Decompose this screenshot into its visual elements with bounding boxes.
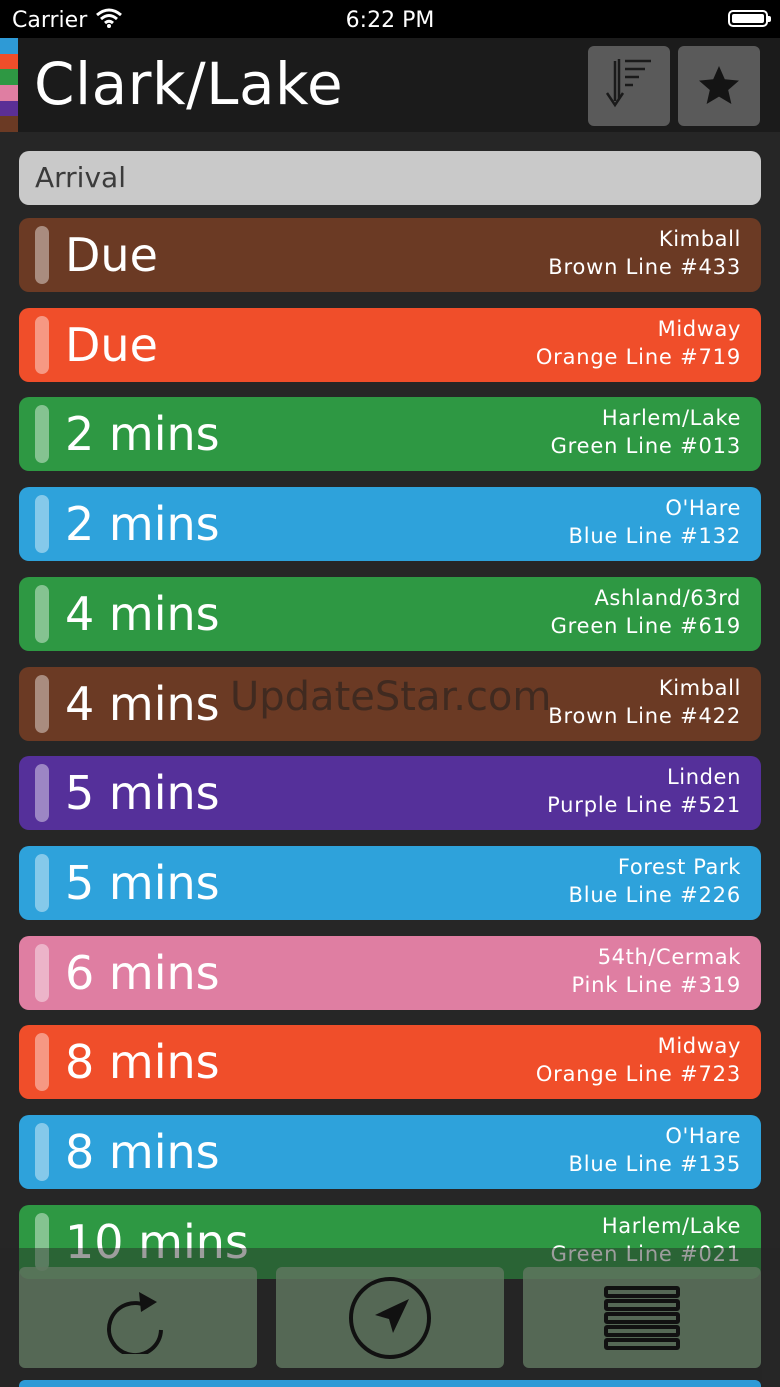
arrival-row[interactable]: 4 mins Ashland/63rd Green Line #619: [19, 576, 761, 651]
arrival-destination: Midway: [657, 1034, 741, 1059]
arrival-eta: 5 mins: [65, 855, 220, 910]
location-arrow-icon: [349, 1276, 431, 1359]
line-stripe: [0, 53, 18, 70]
sort-descending-icon: [605, 59, 651, 108]
arrival-destination: O'Hare: [665, 496, 741, 521]
arrival-run: Orange Line #723: [535, 1062, 741, 1087]
arrival-row[interactable]: 8 mins O'Hare Blue Line #135: [19, 1115, 761, 1189]
arrival-destination: Harlem/Lake: [601, 406, 741, 431]
arrival-row[interactable]: Due Kimball Brown Line #433: [19, 218, 761, 292]
row-indicator: [35, 405, 49, 464]
next-row-peek: [19, 1380, 761, 1387]
refresh-icon: [107, 1291, 163, 1354]
line-stripe: [0, 116, 18, 132]
star-icon: [699, 66, 739, 104]
arrival-destination: Midway: [657, 316, 741, 341]
arrival-destination: Kimball: [658, 227, 741, 251]
station-header: Clark/Lake: [0, 38, 780, 132]
line-stripe: [0, 100, 18, 117]
arrival-run: Green Line #619: [550, 613, 741, 638]
row-indicator: [35, 226, 49, 284]
row-indicator: [35, 495, 49, 554]
arrival-run: Brown Line #422: [548, 703, 741, 728]
row-indicator: [35, 584, 49, 643]
battery-icon: [728, 10, 771, 27]
arrival-row[interactable]: 2 mins Harlem/Lake Green Line #013: [19, 397, 761, 472]
line-stripe: [0, 38, 18, 54]
station-title: Clark/Lake: [34, 50, 344, 118]
arrival-destination: Forest Park: [617, 854, 741, 879]
row-indicator: [35, 943, 49, 1002]
arrival-destination: Kimball: [658, 675, 741, 700]
arrival-run: Purple Line #521: [547, 793, 741, 818]
watermark: UpdateStar.com: [230, 674, 552, 720]
arrival-run: Brown Line #433: [548, 255, 741, 279]
arrival-eta: 8 mins: [65, 1035, 220, 1090]
arrival-eta: 2 mins: [65, 497, 220, 552]
line-color-stripes: [0, 38, 18, 132]
arrival-run: Blue Line #135: [568, 1152, 741, 1176]
favorite-button[interactable]: [678, 46, 760, 126]
arrival-eta: Due: [65, 228, 158, 282]
row-indicator: [35, 1033, 49, 1092]
arrival-row[interactable]: 5 mins Linden Purple Line #521: [19, 756, 761, 831]
arrival-row[interactable]: 8 mins Midway Orange Line #723: [19, 1025, 761, 1100]
arrival-eta: Due: [65, 317, 158, 372]
arrival-eta: 5 mins: [65, 766, 220, 821]
row-indicator: [35, 674, 49, 733]
arrival-run: Blue Line #226: [568, 882, 741, 907]
arrival-run: Pink Line #319: [571, 972, 741, 997]
line-stripe: [0, 69, 18, 85]
arrival-eta: 6 mins: [65, 945, 220, 1000]
arrival-destination: Ashland/63rd: [594, 585, 741, 610]
arrival-run: Green Line #013: [550, 434, 741, 459]
arrival-row[interactable]: 2 mins O'Hare Blue Line #132: [19, 487, 761, 562]
arrival-eta: 4 mins: [65, 586, 220, 641]
arrival-run: Blue Line #132: [568, 524, 741, 549]
arrival-row[interactable]: 6 mins 54th/Cermak Pink Line #319: [19, 935, 761, 1010]
arrival-eta: 4 mins: [65, 676, 220, 731]
arrival-destination: 54th/Cermak: [597, 944, 741, 969]
row-indicator: [35, 764, 49, 823]
arrival-destination: Harlem/Lake: [601, 1213, 741, 1238]
row-indicator: [35, 315, 49, 374]
arrival-destination: O'Hare: [665, 1124, 741, 1148]
arrival-row[interactable]: 5 mins Forest Park Blue Line #226: [19, 845, 761, 920]
line-stripe: [0, 84, 18, 101]
row-indicator: [35, 853, 49, 912]
row-indicator: [35, 1123, 49, 1181]
arrival-eta: 8 mins: [65, 1125, 220, 1179]
locate-button[interactable]: [276, 1267, 504, 1368]
arrival-destination: Linden: [666, 765, 741, 790]
arrival-eta: 2 mins: [65, 407, 220, 462]
sort-button[interactable]: [588, 46, 670, 126]
arrival-run: Orange Line #719: [535, 344, 741, 369]
status-bar: Carrier 6:22 PM: [0, 0, 780, 38]
arrival-row[interactable]: Due Midway Orange Line #719: [19, 307, 761, 382]
list-icon: [604, 1285, 680, 1350]
status-time: 6:22 PM: [345, 8, 435, 33]
refresh-button[interactable]: [19, 1267, 257, 1368]
section-header-arrival: Arrival: [19, 151, 761, 205]
list-button[interactable]: [523, 1267, 761, 1368]
